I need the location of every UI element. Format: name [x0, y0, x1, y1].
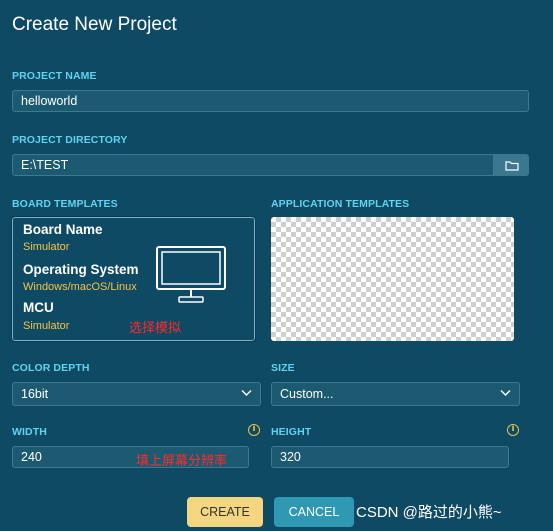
mcu-value: Simulator — [23, 320, 70, 332]
project-name-input[interactable]: helloworld — [12, 90, 529, 112]
chevron-down-icon — [241, 390, 252, 396]
width-annotation: 填上屏幕分辨率 — [136, 453, 228, 468]
size-value: Custom... — [280, 387, 334, 401]
size-select[interactable]: Custom... — [271, 382, 520, 406]
create-button[interactable]: CREATE — [187, 497, 263, 527]
board-template-card-simulator[interactable]: Board Name Simulator Operating System Wi… — [11, 216, 256, 342]
width-label: WIDTH — [12, 426, 47, 438]
project-directory-label: PROJECT DIRECTORY — [12, 134, 128, 146]
color-depth-select[interactable]: 16bit — [12, 382, 261, 406]
color-depth-value: 16bit — [21, 387, 49, 401]
height-label: HEIGHT — [271, 426, 312, 438]
board-annotation: 选择模拟 — [129, 320, 182, 335]
mcu-key: MCU — [23, 300, 54, 315]
application-template-placeholder[interactable] — [271, 217, 514, 341]
size-label: SIZE — [271, 362, 295, 374]
height-input[interactable]: 320 — [271, 446, 509, 468]
height-info-icon[interactable]: i — [507, 424, 519, 436]
board-name-key: Board Name — [23, 222, 103, 237]
folder-icon — [504, 160, 519, 171]
color-depth-label: COLOR DEPTH — [12, 362, 90, 374]
chevron-down-icon — [500, 390, 511, 396]
operating-system-value: Windows/macOS/Linux — [23, 281, 137, 293]
board-templates-label: BOARD TEMPLATES — [12, 198, 118, 210]
watermark: CSDN @路过的小熊~ — [356, 504, 502, 521]
cancel-button[interactable]: CANCEL — [274, 497, 354, 527]
board-name-value: Simulator — [23, 241, 70, 253]
monitor-icon — [156, 246, 226, 303]
application-templates-label: APPLICATION TEMPLATES — [271, 198, 410, 210]
project-directory-input[interactable]: E:\TEST — [12, 154, 494, 176]
browse-directory-button[interactable] — [494, 154, 529, 176]
project-name-label: PROJECT NAME — [12, 70, 97, 82]
width-info-icon[interactable]: i — [248, 424, 260, 436]
dialog-title: Create New Project — [12, 14, 177, 35]
operating-system-key: Operating System — [23, 262, 139, 277]
